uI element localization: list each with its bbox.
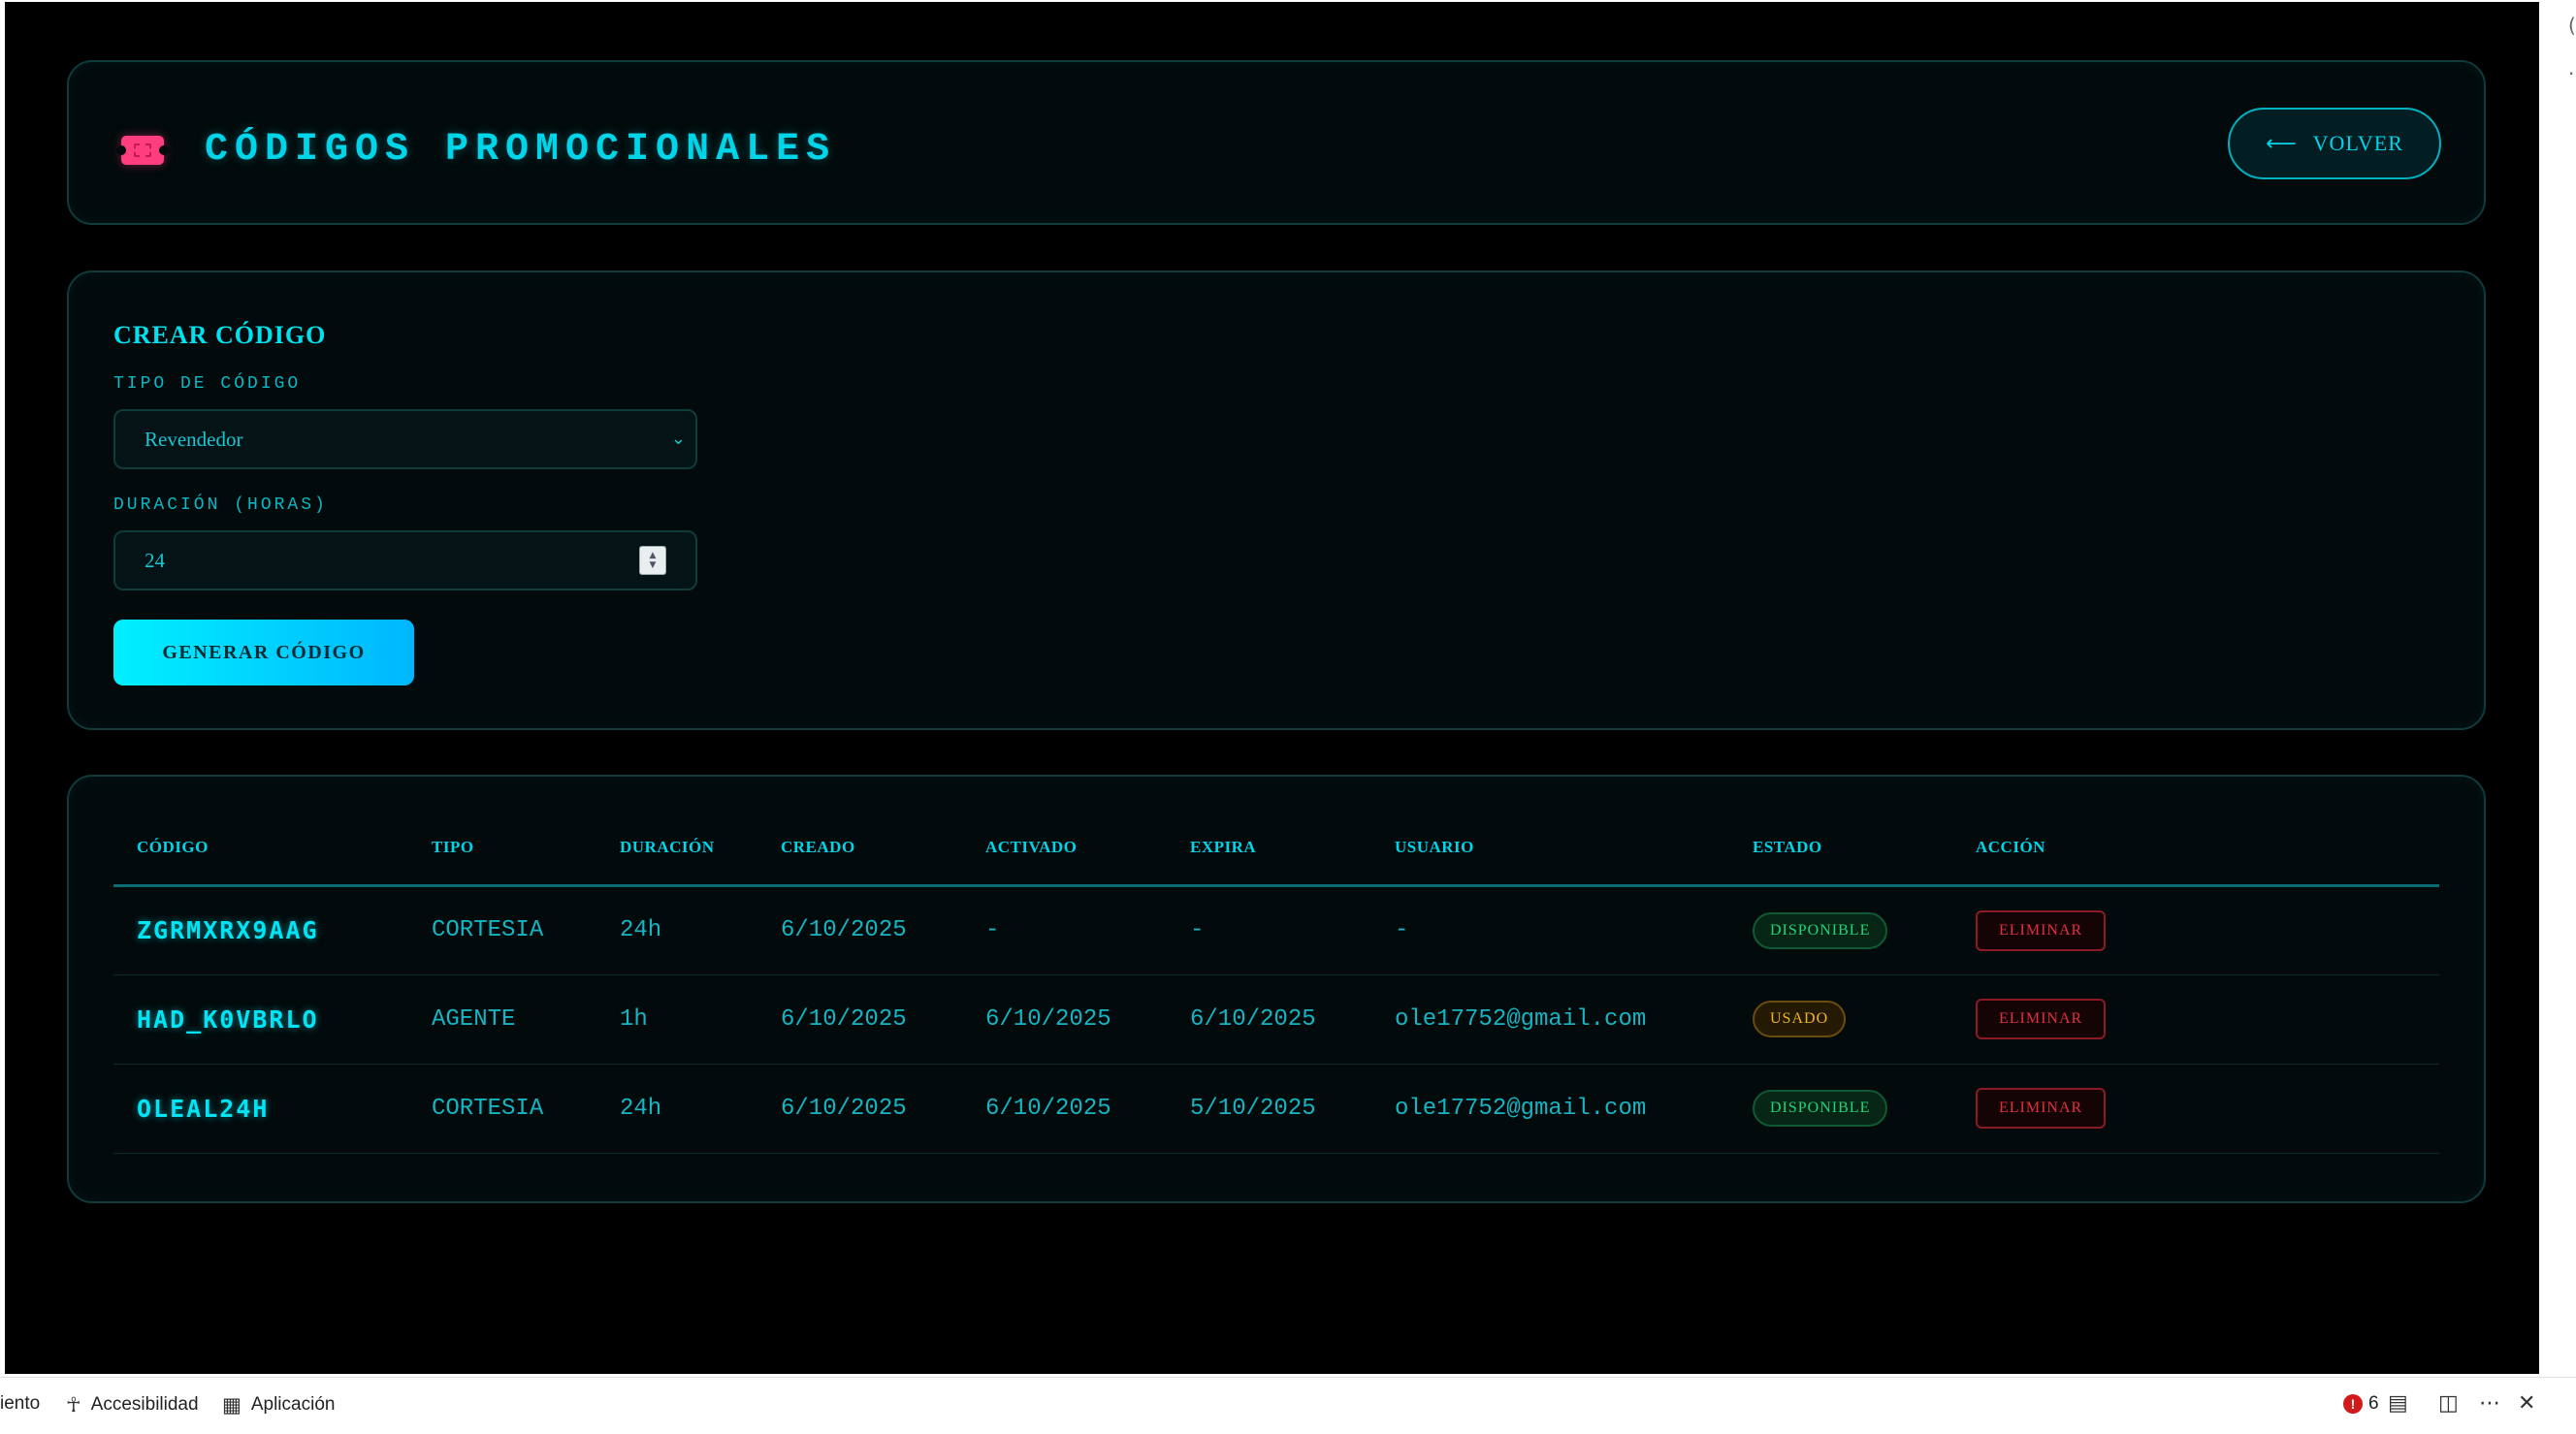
arrow-left-icon: ⟵ <box>2266 131 2298 156</box>
created-cell: 6/10/2025 <box>757 885 962 975</box>
column-header: EXPIRA <box>1167 812 1371 887</box>
delete-button[interactable]: ELIMINAR <box>1976 1088 2107 1129</box>
status-badge: USADO <box>1753 1001 1847 1037</box>
code-type-value: Revendedor <box>145 427 243 451</box>
column-header: ACTIVADO <box>962 812 1167 887</box>
create-code-title: CREAR CÓDIGO <box>113 321 327 349</box>
codes-table-panel: CÓDIGO TIPO DURACIÓN CREADO ACTIVADO EXP… <box>67 775 2486 1203</box>
expires-cell: 6/10/2025 <box>1167 974 1371 1065</box>
expires-cell: 5/10/2025 <box>1167 1064 1371 1154</box>
column-header: ESTADO <box>1729 812 1952 887</box>
table-row: OLEAL24H CORTESIA 24h 6/10/2025 6/10/202… <box>113 1064 2439 1154</box>
user-cell: - <box>1371 885 1729 975</box>
user-cell: ole17752@gmail.com <box>1371 974 1729 1065</box>
accessibility-icon: ☥ <box>66 1393 81 1417</box>
status-cell: DISPONIBLE <box>1729 885 1952 975</box>
column-header: TIPO <box>408 812 596 887</box>
delete-button[interactable]: ELIMINAR <box>1976 909 2107 951</box>
code-cell: ZGRMXRX9AAG <box>113 885 408 975</box>
duration-value: 24 <box>145 548 165 572</box>
duration-cell: 24h <box>596 885 757 975</box>
page-title: CÓDIGOS PROMOCIONALES <box>205 128 837 172</box>
status-badge: DISPONIBLE <box>1753 1090 1888 1127</box>
more-icon[interactable]: ⋯ <box>2479 1391 2500 1416</box>
bottom-bar-item-partial[interactable]: iento <box>0 1393 40 1415</box>
created-cell: 6/10/2025 <box>757 974 962 1065</box>
column-header: ACCIÓN <box>1952 812 2439 887</box>
type-cell: CORTESIA <box>408 885 596 975</box>
chevron-down-icon: ⌄ <box>670 429 686 449</box>
create-code-panel: CREAR CÓDIGO TIPO DE CÓDIGO Revendedor ⌄… <box>67 271 2486 730</box>
table-row: HAD_K0VBRLO AGENTE 1h 6/10/2025 6/10/202… <box>113 974 2439 1065</box>
bottom-bar-item-accessibility[interactable]: ☥ Accesibilidad <box>66 1393 199 1417</box>
column-header: CÓDIGO <box>113 812 408 887</box>
table-header-row: CÓDIGO TIPO DURACIÓN CREADO ACTIVADO EXP… <box>113 812 2439 887</box>
code-type-label: TIPO DE CÓDIGO <box>113 374 302 394</box>
activated-cell: 6/10/2025 <box>962 1064 1167 1154</box>
layout-icon[interactable]: ▤ <box>2388 1391 2408 1416</box>
table-row: ZGRMXRX9AAG CORTESIA 24h 6/10/2025 - - -… <box>113 885 2439 975</box>
apps-grid-icon: ▦ <box>222 1393 242 1417</box>
code-cell: HAD_K0VBRLO <box>113 974 408 1065</box>
edge-glyph-icon: ( <box>2568 14 2576 37</box>
action-cell: ELIMINAR <box>1952 885 2439 975</box>
bottom-bar-item-app[interactable]: ▦ Aplicación <box>222 1393 335 1417</box>
close-icon[interactable]: ✕ <box>2518 1391 2535 1416</box>
status-cell: USADO <box>1729 974 1952 1065</box>
back-button-label: VOLVER <box>2312 131 2403 155</box>
devtools-bottom-bar: iento ☥ Accesibilidad ▦ Aplicación ! 6 ▤… <box>0 1377 2576 1434</box>
code-cell: OLEAL24H <box>113 1064 408 1154</box>
back-button[interactable]: ⟵ VOLVER <box>2228 108 2441 179</box>
dock-icon[interactable]: ◫ <box>2438 1391 2459 1416</box>
created-cell: 6/10/2025 <box>757 1064 962 1154</box>
column-header: USUARIO <box>1371 812 1729 887</box>
error-icon: ! <box>2343 1394 2363 1414</box>
type-cell: CORTESIA <box>408 1064 596 1154</box>
code-type-select[interactable]: Revendedor ⌄ <box>113 409 697 469</box>
action-cell: ELIMINAR <box>1952 974 2439 1065</box>
duration-input[interactable]: 24 ▲ ▼ <box>113 530 697 590</box>
generate-code-button[interactable]: GENERAR CÓDIGO <box>113 620 414 685</box>
header-panel: CÓDIGOS PROMOCIONALES ⟵ VOLVER <box>67 60 2486 225</box>
status-badge: DISPONIBLE <box>1753 911 1888 949</box>
edge-glyph-icon: · <box>2568 62 2575 85</box>
activated-cell: - <box>962 885 1167 975</box>
right-edge-strip: ( · <box>2539 0 2576 1377</box>
action-cell: ELIMINAR <box>1952 1064 2439 1154</box>
status-cell: DISPONIBLE <box>1729 1064 1952 1154</box>
column-header: DURACIÓN <box>596 812 757 887</box>
ticket-icon <box>116 135 169 165</box>
duration-cell: 1h <box>596 974 757 1065</box>
activated-cell: 6/10/2025 <box>962 974 1167 1065</box>
error-counter[interactable]: ! 6 <box>2343 1393 2379 1415</box>
expires-cell: - <box>1167 885 1371 975</box>
user-cell: ole17752@gmail.com <box>1371 1064 1729 1154</box>
delete-button[interactable]: ELIMINAR <box>1976 999 2107 1039</box>
spinner-icon[interactable]: ▲ ▼ <box>639 546 666 575</box>
app-viewport: CÓDIGOS PROMOCIONALES ⟵ VOLVER CREAR CÓD… <box>5 2 2539 1374</box>
duration-label: DURACIÓN (HORAS) <box>113 495 328 515</box>
type-cell: AGENTE <box>408 974 596 1065</box>
codes-table: CÓDIGO TIPO DURACIÓN CREADO ACTIVADO EXP… <box>113 812 2439 1154</box>
duration-cell: 24h <box>596 1064 757 1154</box>
column-header: CREADO <box>757 812 962 887</box>
title-row: CÓDIGOS PROMOCIONALES <box>116 128 837 172</box>
